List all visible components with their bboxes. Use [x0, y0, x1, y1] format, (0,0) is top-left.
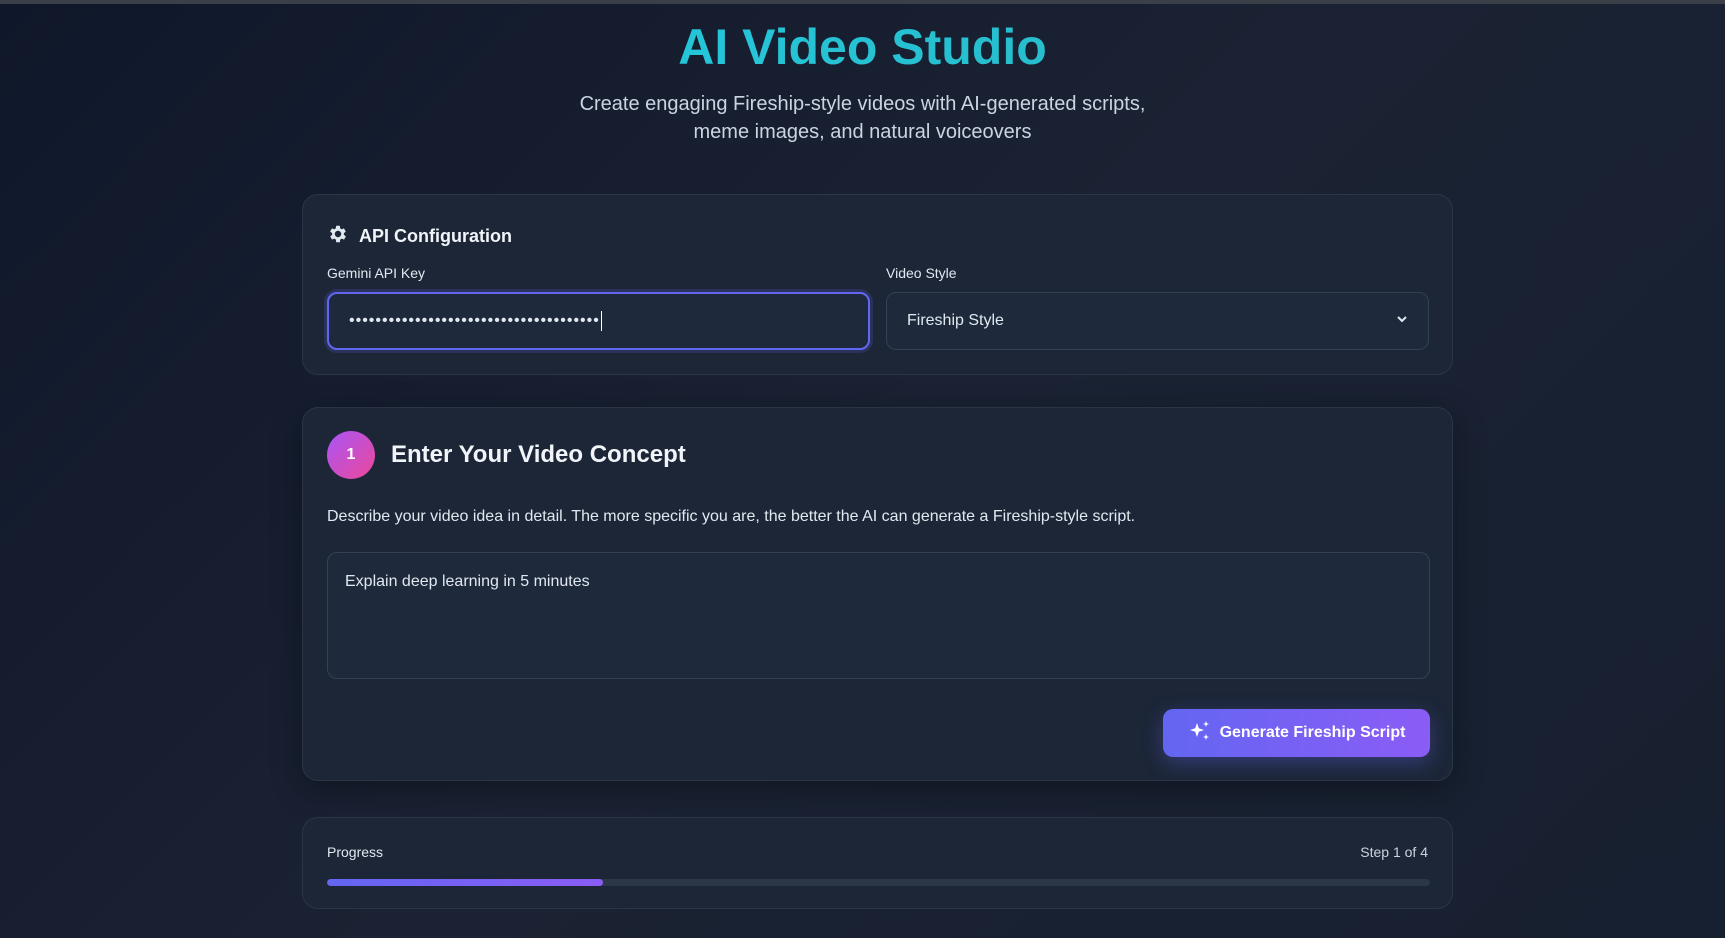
progress-bar-fill: [327, 879, 603, 886]
step-number-badge: 1: [327, 431, 375, 479]
subtitle-line-1: Create engaging Fireship-style videos wi…: [579, 93, 1146, 115]
page-subtitle: Create engaging Fireship-style videos wi…: [0, 90, 1725, 146]
api-key-value: ••••••••••••••••••••••••••••••••••••••: [349, 312, 600, 329]
generate-script-label: Generate Fireship Script: [1219, 724, 1406, 741]
video-concept-card: 1 Enter Your Video Concept Describe your…: [302, 407, 1453, 781]
gemini-api-key-input[interactable]: ••••••••••••••••••••••••••••••••••••••: [327, 292, 870, 350]
step-title: Enter Your Video Concept: [391, 441, 686, 468]
api-configuration-title: API Configuration: [359, 226, 512, 246]
video-style-label: Video Style: [886, 265, 957, 281]
video-concept-textarea[interactable]: Explain deep learning in 5 minutes: [327, 552, 1430, 679]
step-description: Describe your video idea in detail. The …: [327, 508, 1136, 525]
video-style-value: Fireship Style: [907, 312, 1004, 329]
progress-card: Progress Step 1 of 4: [302, 817, 1453, 909]
progress-step-text: Step 1 of 4: [1360, 844, 1428, 860]
api-configuration-card: API Configuration Gemini API Key Video S…: [302, 194, 1453, 375]
api-configuration-heading: API Configuration: [327, 223, 512, 250]
step-heading: 1 Enter Your Video Concept: [327, 431, 686, 479]
video-style-select[interactable]: Fireship Style: [886, 292, 1429, 350]
gear-icon: [327, 223, 349, 250]
gemini-api-key-label: Gemini API Key: [327, 265, 426, 281]
chevron-down-icon: [1396, 312, 1408, 330]
progress-label: Progress: [327, 844, 384, 860]
subtitle-line-2: meme images, and natural voiceovers: [693, 121, 1032, 143]
page-title: AI Video Studio: [0, 18, 1725, 76]
progress-bar: [327, 879, 1430, 886]
sparkles-icon: [1188, 719, 1212, 748]
generate-script-button[interactable]: Generate Fireship Script: [1163, 709, 1430, 757]
text-caret: [600, 311, 602, 331]
